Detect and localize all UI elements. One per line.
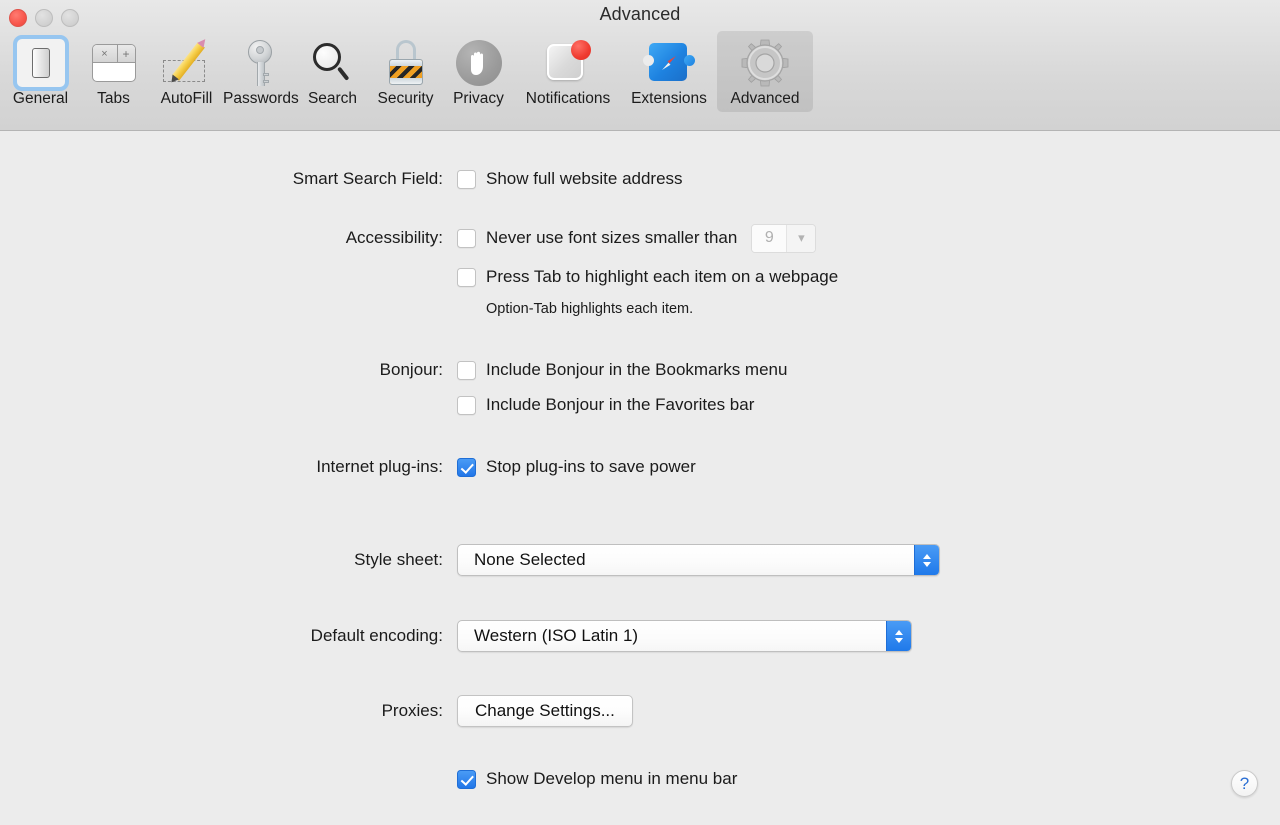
min-font-size-checkbox[interactable]: [457, 228, 476, 248]
bonjour-favorites-checkbox[interactable]: [457, 395, 476, 415]
default-encoding-value: Western (ISO Latin 1): [474, 626, 639, 645]
toolbar-tab-autofill[interactable]: AutoFill: [150, 31, 223, 112]
smart-search-field-label: Smart Search Field:: [292, 169, 443, 188]
tabs-icon: × +: [91, 44, 136, 82]
press-tab-checkbox-row[interactable]: Press Tab to highlight each item on a we…: [457, 264, 838, 290]
toolbar-tab-tabs[interactable]: × + Tabs: [77, 31, 150, 112]
preferences-toolbar: Advanced General × + Tabs AutoFill Passw…: [0, 0, 1280, 131]
bonjour-favorites-label: Include Bonjour in the Favorites bar: [486, 395, 755, 414]
toolbar-tab-advanced[interactable]: Advanced: [717, 31, 813, 112]
smart-search-field-group: Show full website address: [457, 166, 683, 192]
bonjour-favorites-checkbox-row[interactable]: Include Bonjour in the Favorites bar: [457, 392, 787, 418]
advanced-preferences-pane: Smart Search Field: Show full website ad…: [0, 131, 1280, 825]
show-full-address-checkbox[interactable]: [457, 169, 476, 189]
help-button[interactable]: ?: [1231, 770, 1258, 797]
notification-icon: [545, 40, 591, 86]
accessibility-label: Accessibility:: [345, 228, 443, 247]
toolbar-tab-extensions[interactable]: Extensions: [621, 31, 717, 112]
bonjour-bookmarks-label: Include Bonjour in the Bookmarks menu: [486, 360, 788, 379]
stop-plugins-checkbox-row[interactable]: Stop plug-ins to save power: [457, 454, 696, 480]
min-font-size-select[interactable]: 9 ▾: [751, 223, 817, 253]
toolbar-tab-label: Advanced: [730, 90, 800, 107]
style-sheet-select[interactable]: None Selected: [457, 544, 940, 576]
toolbar-tab-security[interactable]: Security: [369, 31, 442, 112]
bonjour-bookmarks-checkbox-row[interactable]: Include Bonjour in the Bookmarks menu: [457, 357, 787, 383]
toolbar-tab-search[interactable]: Search: [296, 31, 369, 112]
develop-menu-group: Show Develop menu in menu bar: [457, 766, 737, 792]
gear-icon: [740, 38, 790, 88]
chevron-down-icon: ▾: [787, 224, 816, 252]
toolbar-tab-label: General: [12, 90, 69, 107]
toolbar-tab-label: Extensions: [631, 90, 707, 107]
hand-icon: [455, 40, 502, 86]
toolbar-tab-passwords[interactable]: Passwords: [223, 31, 299, 112]
toolbar-tab-privacy[interactable]: Privacy: [442, 31, 515, 112]
min-font-size-label: Never use font sizes smaller than: [486, 228, 738, 247]
style-sheet-value: None Selected: [474, 550, 586, 569]
stop-plugins-label: Stop plug-ins to save power: [486, 457, 696, 476]
bonjour-bookmarks-checkbox[interactable]: [457, 360, 476, 380]
general-icon: [31, 48, 50, 78]
default-encoding-select[interactable]: Western (ISO Latin 1): [457, 620, 912, 652]
press-tab-label: Press Tab to highlight each item on a we…: [486, 267, 839, 286]
show-develop-menu-checkbox[interactable]: [457, 769, 476, 789]
stepper-chevrons-icon: [914, 545, 939, 575]
change-proxy-settings-button[interactable]: Change Settings...: [457, 695, 633, 727]
internet-plugins-label: Internet plug-ins:: [316, 457, 443, 476]
proxies-group: Change Settings...: [457, 695, 633, 727]
toolbar-tab-list: General × + Tabs AutoFill Passwords Sear…: [4, 31, 813, 112]
accessibility-group: Never use font sizes smaller than 9 ▾ Pr…: [457, 223, 838, 317]
magnifier-icon: [311, 41, 355, 85]
bonjour-group: Include Bonjour in the Bookmarks menu In…: [457, 357, 787, 418]
option-tab-hint: Option-Tab highlights each item.: [486, 301, 694, 317]
autofill-icon: [161, 40, 213, 86]
internet-plugins-group: Stop plug-ins to save power: [457, 454, 696, 480]
toolbar-tab-label: Passwords: [223, 90, 299, 107]
show-develop-menu-label: Show Develop menu in menu bar: [486, 769, 738, 788]
puzzle-compass-icon: [643, 41, 695, 85]
toolbar-tab-notifications[interactable]: Notifications: [515, 31, 621, 112]
default-encoding-label: Default encoding:: [310, 626, 443, 645]
show-full-address-label: Show full website address: [486, 169, 683, 188]
toolbar-tab-general[interactable]: General: [4, 31, 77, 112]
min-font-size-value: 9: [752, 224, 788, 252]
toolbar-tab-label: Search: [307, 90, 358, 107]
stop-plugins-checkbox[interactable]: [457, 457, 476, 477]
show-full-address-checkbox-row[interactable]: Show full website address: [457, 166, 683, 192]
toolbar-tab-label: Security: [377, 90, 434, 107]
style-sheet-group: None Selected: [457, 544, 940, 576]
toolbar-tab-label: AutoFill: [160, 90, 213, 107]
proxies-label: Proxies:: [381, 701, 443, 720]
press-tab-checkbox[interactable]: [457, 267, 476, 287]
toolbar-tab-label: Privacy: [453, 90, 504, 107]
show-develop-menu-checkbox-row[interactable]: Show Develop menu in menu bar: [457, 766, 737, 792]
toolbar-tab-label: Notifications: [525, 90, 611, 107]
min-font-size-checkbox-row[interactable]: Never use font sizes smaller than 9 ▾: [457, 223, 838, 253]
lock-icon: [388, 40, 423, 86]
window-title: Advanced: [599, 4, 681, 24]
stepper-chevrons-icon: [886, 621, 911, 651]
style-sheet-label: Style sheet:: [354, 550, 443, 569]
bonjour-label: Bonjour:: [379, 360, 443, 379]
toolbar-tab-label: Tabs: [97, 90, 130, 107]
key-icon: [245, 40, 275, 86]
default-encoding-group: Western (ISO Latin 1): [457, 620, 912, 652]
